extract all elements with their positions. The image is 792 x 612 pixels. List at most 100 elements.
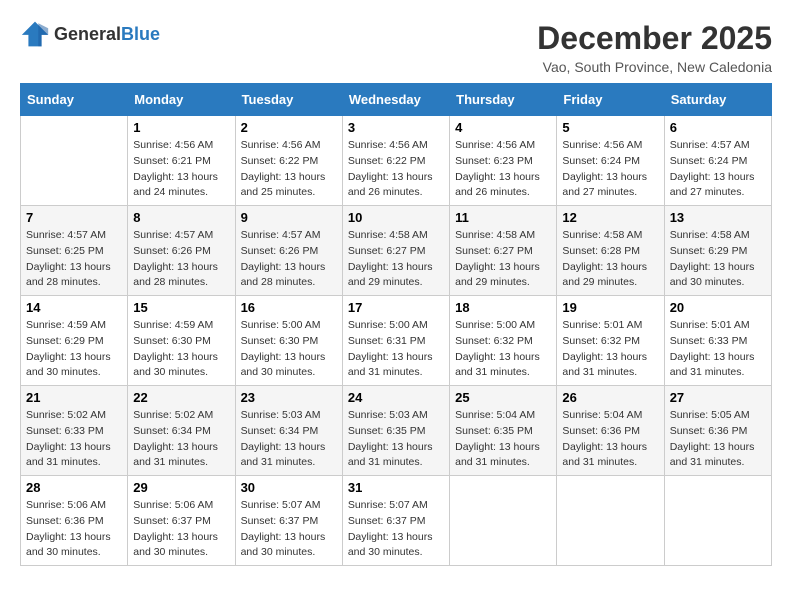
calendar-header-row: SundayMondayTuesdayWednesdayThursdayFrid… <box>21 84 772 116</box>
day-number: 19 <box>562 300 658 315</box>
cell-content: Sunrise: 4:56 AMSunset: 6:22 PMDaylight:… <box>241 138 337 201</box>
day-number: 16 <box>241 300 337 315</box>
calendar-week-row: 14 Sunrise: 4:59 AMSunset: 6:29 PMDayligh… <box>21 296 772 386</box>
cell-content: Sunrise: 4:57 AMSunset: 6:26 PMDaylight:… <box>241 228 337 291</box>
calendar-cell: 20 Sunrise: 5:01 AMSunset: 6:33 PMDayligh… <box>664 296 771 386</box>
day-header-monday: Monday <box>128 84 235 116</box>
day-number: 6 <box>670 120 766 135</box>
day-header-wednesday: Wednesday <box>342 84 449 116</box>
calendar-cell: 13Sunrise: 4:58 AMSunset: 6:29 PMDayligh… <box>664 206 771 296</box>
calendar-cell: 12Sunrise: 4:58 AMSunset: 6:28 PMDayligh… <box>557 206 664 296</box>
day-number: 14 <box>26 300 122 315</box>
day-number: 20 <box>670 300 766 315</box>
calendar-week-row: 21 Sunrise: 5:02 AMSunset: 6:33 PMDayligh… <box>21 386 772 476</box>
calendar-cell: 14 Sunrise: 4:59 AMSunset: 6:29 PMDayligh… <box>21 296 128 386</box>
day-header-sunday: Sunday <box>21 84 128 116</box>
day-number: 22 <box>133 390 229 405</box>
calendar-cell: 1 Sunrise: 4:56 AMSunset: 6:21 PMDaylight… <box>128 116 235 206</box>
day-number: 17 <box>348 300 444 315</box>
cell-content: Sunrise: 4:56 AMSunset: 6:22 PMDaylight:… <box>348 138 444 201</box>
calendar-cell: 16 Sunrise: 5:00 AMSunset: 6:30 PMDayligh… <box>235 296 342 386</box>
day-number: 10 <box>348 210 444 225</box>
calendar-cell: 6Sunrise: 4:57 AMSunset: 6:24 PMDaylight… <box>664 116 771 206</box>
cell-content: Sunrise: 4:57 AMSunset: 6:25 PMDaylight:… <box>26 228 122 291</box>
calendar-cell: 25 Sunrise: 5:04 AMSunset: 6:35 PMDayligh… <box>450 386 557 476</box>
cell-content: Sunrise: 4:56 AMSunset: 6:21 PMDaylight:… <box>133 138 229 201</box>
calendar-cell: 15 Sunrise: 4:59 AMSunset: 6:30 PMDayligh… <box>128 296 235 386</box>
cell-content: Sunrise: 4:57 AMSunset: 6:26 PMDaylight:… <box>133 228 229 291</box>
calendar-cell: 2 Sunrise: 4:56 AMSunset: 6:22 PMDaylight… <box>235 116 342 206</box>
cell-content: Sunrise: 4:58 AMSunset: 6:27 PMDaylight:… <box>348 228 444 291</box>
calendar-week-row: 1 Sunrise: 4:56 AMSunset: 6:21 PMDaylight… <box>21 116 772 206</box>
day-number: 15 <box>133 300 229 315</box>
calendar-cell: 31 Sunrise: 5:07 AMSunset: 6:37 PMDayligh… <box>342 476 449 566</box>
cell-content: Sunrise: 4:59 AMSunset: 6:30 PMDaylight:… <box>133 318 229 381</box>
calendar-cell: 26 Sunrise: 5:04 AMSunset: 6:36 PMDayligh… <box>557 386 664 476</box>
calendar-cell: 4 Sunrise: 4:56 AMSunset: 6:23 PMDaylight… <box>450 116 557 206</box>
header: General Blue December 2025 Vao, South Pr… <box>20 20 772 75</box>
logo: General Blue <box>20 20 160 48</box>
logo-text-blue: Blue <box>121 24 160 45</box>
day-number: 7 <box>26 210 122 225</box>
cell-content: Sunrise: 5:02 AMSunset: 6:33 PMDaylight:… <box>26 408 122 471</box>
calendar-cell: 11 Sunrise: 4:58 AMSunset: 6:27 PMDayligh… <box>450 206 557 296</box>
day-number: 27 <box>670 390 766 405</box>
calendar-cell: 17 Sunrise: 5:00 AMSunset: 6:31 PMDayligh… <box>342 296 449 386</box>
cell-content: Sunrise: 5:04 AMSunset: 6:35 PMDaylight:… <box>455 408 551 471</box>
logo-icon <box>20 20 50 48</box>
day-number: 26 <box>562 390 658 405</box>
cell-content: Sunrise: 5:01 AMSunset: 6:33 PMDaylight:… <box>670 318 766 381</box>
cell-content: Sunrise: 5:00 AMSunset: 6:32 PMDaylight:… <box>455 318 551 381</box>
calendar-cell: 30 Sunrise: 5:07 AMSunset: 6:37 PMDayligh… <box>235 476 342 566</box>
calendar-cell <box>450 476 557 566</box>
cell-content: Sunrise: 4:56 AMSunset: 6:24 PMDaylight:… <box>562 138 658 201</box>
cell-content: Sunrise: 5:03 AMSunset: 6:35 PMDaylight:… <box>348 408 444 471</box>
day-number: 4 <box>455 120 551 135</box>
cell-content: Sunrise: 5:07 AMSunset: 6:37 PMDaylight:… <box>348 498 444 561</box>
cell-content: Sunrise: 5:01 AMSunset: 6:32 PMDaylight:… <box>562 318 658 381</box>
calendar-cell <box>21 116 128 206</box>
calendar-week-row: 7 Sunrise: 4:57 AMSunset: 6:25 PMDaylight… <box>21 206 772 296</box>
title-area: December 2025 Vao, South Province, New C… <box>537 20 772 75</box>
day-number: 12 <box>562 210 658 225</box>
cell-content: Sunrise: 4:58 AMSunset: 6:27 PMDaylight:… <box>455 228 551 291</box>
day-number: 11 <box>455 210 551 225</box>
day-number: 5 <box>562 120 658 135</box>
subtitle: Vao, South Province, New Caledonia <box>537 59 772 75</box>
calendar-table: SundayMondayTuesdayWednesdayThursdayFrid… <box>20 83 772 566</box>
day-header-thursday: Thursday <box>450 84 557 116</box>
cell-content: Sunrise: 5:06 AMSunset: 6:37 PMDaylight:… <box>133 498 229 561</box>
day-number: 9 <box>241 210 337 225</box>
cell-content: Sunrise: 5:07 AMSunset: 6:37 PMDaylight:… <box>241 498 337 561</box>
calendar-cell: 9 Sunrise: 4:57 AMSunset: 6:26 PMDaylight… <box>235 206 342 296</box>
day-number: 8 <box>133 210 229 225</box>
calendar-week-row: 28Sunrise: 5:06 AMSunset: 6:36 PMDayligh… <box>21 476 772 566</box>
calendar-cell: 29 Sunrise: 5:06 AMSunset: 6:37 PMDayligh… <box>128 476 235 566</box>
cell-content: Sunrise: 4:56 AMSunset: 6:23 PMDaylight:… <box>455 138 551 201</box>
day-number: 2 <box>241 120 337 135</box>
cell-content: Sunrise: 5:00 AMSunset: 6:31 PMDaylight:… <box>348 318 444 381</box>
calendar-cell: 3Sunrise: 4:56 AMSunset: 6:22 PMDaylight… <box>342 116 449 206</box>
day-header-saturday: Saturday <box>664 84 771 116</box>
calendar-cell: 10 Sunrise: 4:58 AMSunset: 6:27 PMDayligh… <box>342 206 449 296</box>
day-number: 21 <box>26 390 122 405</box>
cell-content: Sunrise: 5:00 AMSunset: 6:30 PMDaylight:… <box>241 318 337 381</box>
calendar-cell: 24 Sunrise: 5:03 AMSunset: 6:35 PMDayligh… <box>342 386 449 476</box>
calendar-cell: 7 Sunrise: 4:57 AMSunset: 6:25 PMDaylight… <box>21 206 128 296</box>
cell-content: Sunrise: 5:04 AMSunset: 6:36 PMDaylight:… <box>562 408 658 471</box>
cell-content: Sunrise: 5:03 AMSunset: 6:34 PMDaylight:… <box>241 408 337 471</box>
day-number: 24 <box>348 390 444 405</box>
calendar-cell: 19 Sunrise: 5:01 AMSunset: 6:32 PMDayligh… <box>557 296 664 386</box>
cell-content: Sunrise: 4:59 AMSunset: 6:29 PMDaylight:… <box>26 318 122 381</box>
calendar-cell: 23Sunrise: 5:03 AMSunset: 6:34 PMDayligh… <box>235 386 342 476</box>
day-number: 25 <box>455 390 551 405</box>
day-number: 30 <box>241 480 337 495</box>
calendar-cell: 21 Sunrise: 5:02 AMSunset: 6:33 PMDayligh… <box>21 386 128 476</box>
day-number: 1 <box>133 120 229 135</box>
calendar-cell: 28Sunrise: 5:06 AMSunset: 6:36 PMDayligh… <box>21 476 128 566</box>
day-header-friday: Friday <box>557 84 664 116</box>
cell-content: Sunrise: 5:02 AMSunset: 6:34 PMDaylight:… <box>133 408 229 471</box>
day-number: 31 <box>348 480 444 495</box>
day-number: 29 <box>133 480 229 495</box>
cell-content: Sunrise: 5:06 AMSunset: 6:36 PMDaylight:… <box>26 498 122 561</box>
